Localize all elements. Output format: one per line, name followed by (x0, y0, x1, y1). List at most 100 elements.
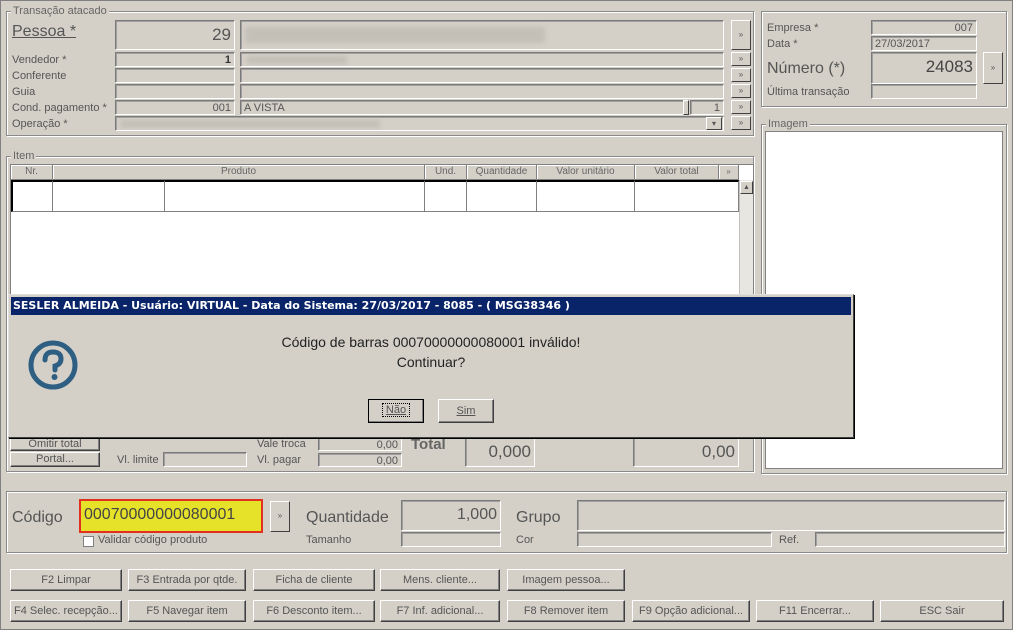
table-row-cell[interactable] (537, 180, 635, 212)
scroll-up-icon[interactable]: ▲ (740, 181, 753, 194)
column-header-nr[interactable]: Nr. (11, 165, 53, 180)
cor-field (577, 532, 772, 547)
cond-pagamento-code-field[interactable]: 001 (115, 100, 235, 115)
total-value-field: 0,00 (633, 436, 739, 467)
operacao-lookup-button[interactable]: » (731, 116, 751, 130)
guia-code-field[interactable] (115, 84, 235, 99)
mens-cliente-button[interactable]: Mens. cliente... (380, 569, 500, 591)
pessoa-label: Pessoa * (12, 23, 77, 40)
vertical-scrollbar[interactable]: ▲ (739, 180, 753, 295)
column-chooser-button[interactable]: » (719, 165, 739, 180)
omitir-total-button[interactable]: Omitir total (10, 437, 100, 451)
redacted-text (247, 56, 347, 64)
vendedor-code-field[interactable]: 1 (115, 52, 235, 67)
f3-entrada-qtde-button[interactable]: F3 Entrada por qtde. (128, 569, 246, 591)
vale-troca-field: 0,00 (318, 437, 402, 451)
ficha-cliente-button[interactable]: Ficha de cliente (253, 569, 375, 591)
item-grid[interactable]: Nr. Produto Und. Quantidade Valor unitár… (10, 164, 754, 296)
cond-pagamento-slider-handle[interactable] (683, 100, 689, 115)
codigo-lookup-button[interactable]: » (270, 501, 290, 532)
pessoa-lookup-button[interactable]: » (731, 20, 751, 50)
table-row-cell[interactable] (467, 180, 537, 212)
dialog-no-label: Não (381, 403, 411, 417)
table-row-cell[interactable] (165, 180, 425, 212)
chevron-down-icon[interactable]: ▾ (706, 117, 722, 130)
vendedor-label: Vendedor * (12, 54, 67, 66)
redacted-text (245, 27, 545, 43)
f5-navegar-item-button[interactable]: F5 Navegar item (128, 600, 246, 622)
vendedor-name-field[interactable] (240, 52, 724, 67)
conferente-name-field[interactable] (240, 68, 724, 83)
guia-label: Guia (12, 86, 36, 98)
operacao-label: Operação * (12, 118, 68, 130)
table-row-cell[interactable] (635, 180, 739, 212)
portal-button[interactable]: Portal... (10, 452, 100, 467)
empresa-field[interactable]: 007 (871, 20, 977, 35)
dialog-yes-button[interactable]: Sim (438, 399, 494, 423)
dialog-title[interactable]: SESLER ALMEIDA - Usuário: VIRTUAL - Data… (11, 297, 851, 315)
data-label: Data * (767, 38, 798, 50)
dialog-message-line1: Código de barras 00070000000080001 invál… (281, 334, 581, 350)
f9-opcao-adicional-button[interactable]: F9 Opção adicional... (632, 600, 750, 622)
validar-label[interactable]: Validar código produto (98, 534, 207, 546)
f11-encerrar-button[interactable]: F11 Encerrar... (756, 600, 874, 622)
table-row-cell[interactable] (11, 180, 53, 212)
cond-parcelas-field[interactable]: 1 (690, 100, 724, 115)
redacted-text (120, 120, 380, 128)
total-label: Total (411, 436, 446, 453)
confirm-dialog: SESLER ALMEIDA - Usuário: VIRTUAL - Data… (8, 294, 854, 438)
cond-pagamento-name-field[interactable]: A VISTA (240, 100, 685, 115)
column-header-valor-unitario[interactable]: Valor unitário (537, 165, 635, 180)
grupo-field (577, 500, 1005, 531)
pessoa-code-field[interactable]: 29 (115, 20, 235, 50)
vendedor-lookup-button[interactable]: » (731, 52, 751, 66)
f7-inf-adicional-button[interactable]: F7 Inf. adicional... (380, 600, 500, 622)
f4-selec-recepcao-button[interactable]: F4 Selec. recepção... (10, 600, 122, 622)
cond-pagamento-label: Cond. pagamento * (12, 102, 107, 114)
ultima-transacao-label: Última transação (767, 86, 850, 98)
ref-label: Ref. (779, 534, 800, 546)
dialog-message-line2: Continuar? (396, 354, 466, 370)
data-field[interactable]: 27/03/2017 (871, 36, 977, 51)
f2-limpar-button[interactable]: F2 Limpar (10, 569, 122, 591)
transacao-title: Transação atacado (11, 5, 109, 17)
empresa-label: Empresa * (767, 22, 819, 34)
esc-sair-button[interactable]: ESC Sair (880, 600, 1004, 622)
conferente-lookup-button[interactable]: » (731, 68, 751, 82)
column-header-produto[interactable]: Produto (53, 165, 425, 180)
vl-pagar-field: 0,00 (318, 453, 402, 467)
column-header-quantidade[interactable]: Quantidade (467, 165, 537, 180)
total-quantity-field: 0,000 (465, 436, 535, 467)
quantidade-label: Quantidade (306, 509, 389, 526)
vl-limite-field (163, 452, 247, 467)
dialog-no-button[interactable]: Não (368, 399, 424, 423)
dialog-yes-label: Sim (456, 405, 476, 417)
cond-pagamento-lookup-button[interactable]: » (731, 100, 751, 114)
table-row-cell[interactable] (53, 180, 165, 212)
validar-checkbox[interactable] (83, 536, 94, 547)
column-header-valor-total[interactable]: Valor total (635, 165, 719, 180)
imagem-pessoa-button[interactable]: Imagem pessoa... (507, 569, 625, 591)
item-title: Item (11, 150, 37, 162)
numero-field[interactable]: 24083 (871, 52, 977, 84)
imagem-title: Imagem (766, 118, 810, 130)
tamanho-field (401, 532, 501, 547)
vale-troca-label: Vale troca (257, 438, 306, 450)
quantidade-input[interactable]: 1,000 (401, 500, 501, 531)
codigo-input[interactable]: 00070000000080001 (79, 499, 263, 533)
conferente-label: Conferente (12, 70, 67, 82)
vl-limite-label: Vl. limite (117, 454, 159, 466)
guia-name-field[interactable] (240, 84, 724, 99)
column-header-und[interactable]: Und. (425, 165, 467, 180)
conferente-code-field[interactable] (115, 68, 235, 83)
cor-label: Cor (516, 534, 534, 546)
table-row-cell[interactable] (425, 180, 467, 212)
numero-lookup-button[interactable]: » (983, 52, 1003, 84)
pessoa-name-field[interactable] (240, 20, 724, 50)
numero-label: Número (*) (767, 60, 846, 77)
f8-remover-item-button[interactable]: F8 Remover item (507, 600, 625, 622)
operacao-select[interactable] (115, 116, 724, 131)
guia-lookup-button[interactable]: » (731, 84, 751, 98)
f6-desconto-item-button[interactable]: F6 Desconto item... (253, 600, 375, 622)
ultima-transacao-field (871, 84, 977, 99)
